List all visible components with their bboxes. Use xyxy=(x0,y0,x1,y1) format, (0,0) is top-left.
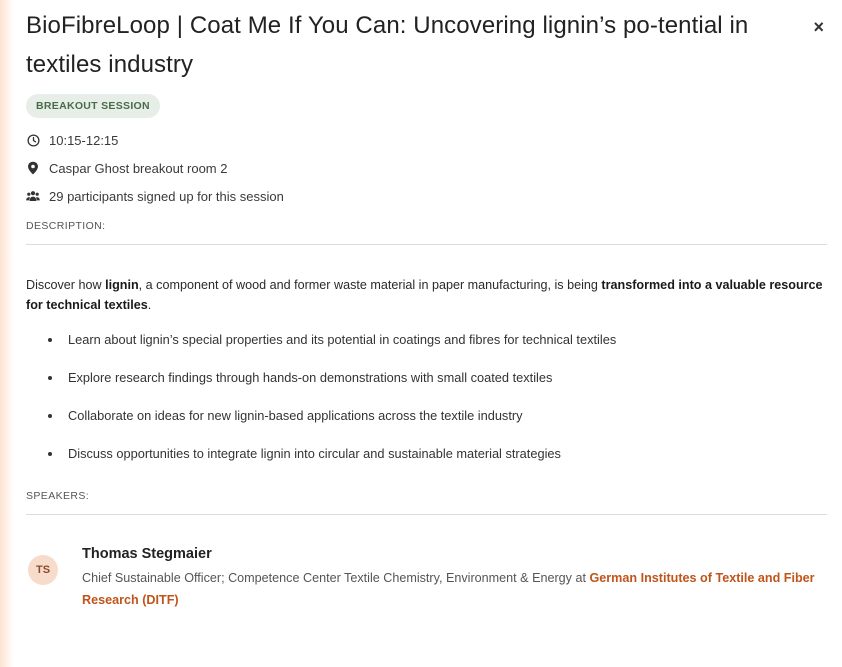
map-pin-icon xyxy=(26,161,40,175)
intro-text-1: Discover how xyxy=(26,278,106,292)
session-time: 10:15-12:15 xyxy=(49,132,119,148)
intro-text-2: , a component of wood and former waste m… xyxy=(138,278,602,292)
description-intro: Discover how lignin, a component of wood… xyxy=(26,275,832,315)
speaker-card: TS Thomas Stegmaier Chief Sustainable Of… xyxy=(26,544,832,611)
location-row: Caspar Ghost breakout room 2 xyxy=(26,154,832,182)
session-detail-panel: BioFibreLoop | Coat Me If You Can: Uncov… xyxy=(26,6,832,611)
session-location: Caspar Ghost breakout room 2 xyxy=(49,160,228,176)
list-item: Learn about lignin’s special properties … xyxy=(48,328,832,366)
speaker-name: Thomas Stegmaier xyxy=(82,545,212,562)
speaker-info: Thomas Stegmaier Chief Sustainable Offic… xyxy=(82,544,842,611)
list-item: Explore research findings through hands-… xyxy=(48,366,832,404)
left-edge-glow xyxy=(0,0,14,667)
speaker-role-text: Chief Sustainable Officer; Competence Ce… xyxy=(82,570,590,585)
clock-icon xyxy=(26,133,40,147)
description-divider xyxy=(26,244,827,245)
session-meta: 10:15-12:15 Caspar Ghost breakout room 2… xyxy=(26,126,832,210)
participants-row: 29 participants signed up for this sessi… xyxy=(26,182,832,210)
intro-text-3: . xyxy=(147,298,152,312)
description-bullets: Learn about lignin’s special properties … xyxy=(26,328,832,480)
speaker-role: Chief Sustainable Officer; Competence Ce… xyxy=(82,567,842,611)
session-title: BioFibreLoop | Coat Me If You Can: Uncov… xyxy=(26,12,749,78)
people-icon xyxy=(26,189,40,203)
header: BioFibreLoop | Coat Me If You Can: Uncov… xyxy=(26,6,832,84)
list-item: Discuss opportunities to integrate ligni… xyxy=(48,442,832,480)
speakers-label: SPEAKERS: xyxy=(26,489,90,502)
speakers-divider xyxy=(26,513,827,515)
description-label: DESCRIPTION: xyxy=(26,220,106,232)
avatar: TS xyxy=(28,554,58,585)
list-item: Collaborate on ideas for new lignin-base… xyxy=(48,404,832,442)
participants-count: 29 participants signed up for this sessi… xyxy=(49,188,284,204)
intro-bold-1: lignin xyxy=(105,278,139,292)
close-icon[interactable]: × xyxy=(813,18,824,36)
time-row: 10:15-12:15 xyxy=(26,126,832,154)
session-type-badge: BREAKOUT SESSION xyxy=(26,94,160,118)
